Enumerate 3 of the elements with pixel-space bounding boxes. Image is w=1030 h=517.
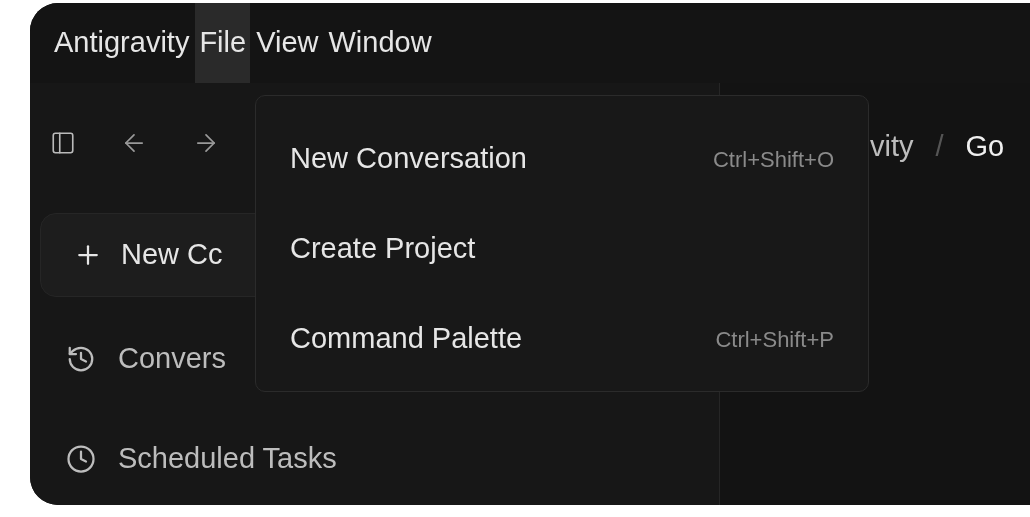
breadcrumb-item: /	[935, 129, 944, 164]
shortcut-text: Ctrl+Shift+P	[715, 325, 834, 354]
shortcut-text: Ctrl+Shift+O	[712, 145, 834, 174]
